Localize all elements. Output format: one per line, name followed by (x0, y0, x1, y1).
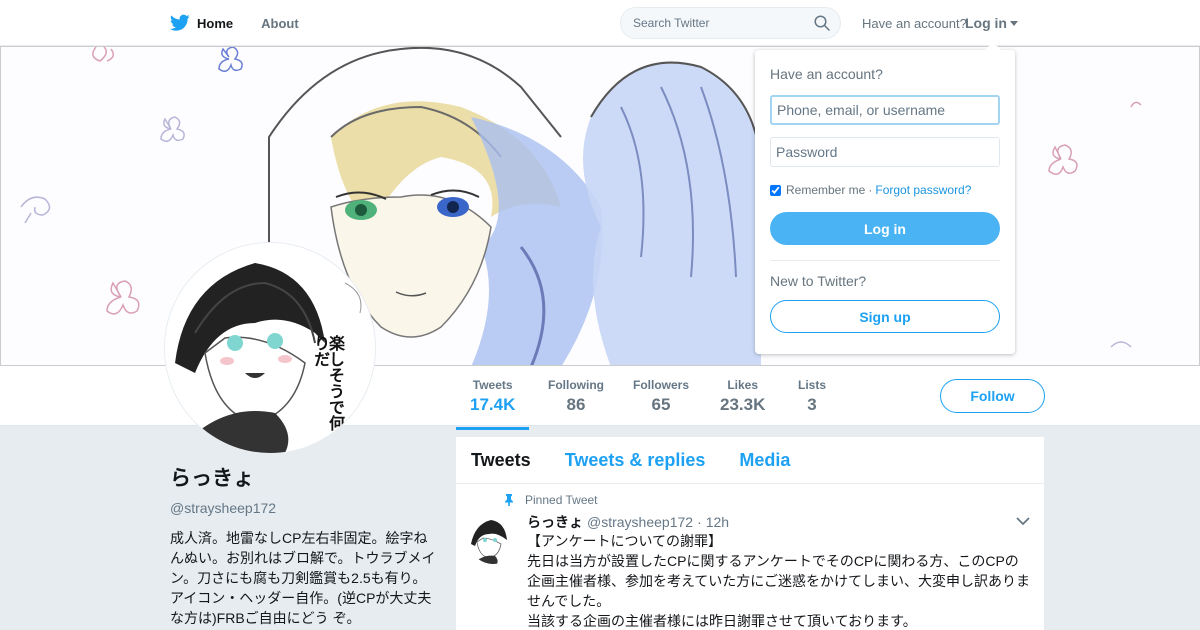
avatar-caption: 楽しそうで何よりだ (311, 335, 345, 447)
stat-value: 65 (651, 395, 671, 414)
tweet-line: 先日は当方が設置したCPに関するアンケートでそのCPに関わる方、このCPの企画主… (527, 553, 1031, 609)
tweet-avatar-artwork (469, 516, 517, 564)
profile-name[interactable]: らっきょ (170, 462, 438, 492)
tweet-author-handle[interactable]: @straysheep172 (587, 514, 693, 530)
stat-followers[interactable]: Followers 65 (633, 378, 689, 415)
signup-button[interactable]: Sign up (770, 300, 1000, 333)
chevron-down-icon[interactable] (1016, 516, 1030, 526)
timeline-tabs: Tweets Tweets & replies Media (456, 437, 1044, 484)
profile-avatar[interactable]: 楽しそうで何よりだ (165, 243, 375, 453)
have-account-text: Have an account? (862, 16, 967, 31)
top-navigation: Home About Have an account? Log in (0, 0, 1200, 46)
tab-tweets[interactable]: Tweets (471, 450, 531, 471)
nav-about-label: About (261, 15, 299, 31)
nav-left: Home About (170, 0, 327, 46)
tweet-header: らっきょ @straysheep172 · 12h (527, 512, 729, 532)
forgot-password-link[interactable]: Forgot password? (875, 183, 971, 197)
tweet-line: 【アンケートについての謝罪】 (527, 533, 723, 549)
tweet-line: 当該する企画の主催者様には昨日謝罪させて頂いております。 (527, 613, 917, 629)
remember-me-checkbox[interactable] (770, 184, 781, 196)
nav-about[interactable]: About (261, 16, 299, 31)
twitter-bird-icon (170, 14, 190, 31)
tab-tweets-replies[interactable]: Tweets & replies (565, 450, 706, 471)
remember-me-label[interactable]: Remember me (786, 183, 865, 197)
stat-likes[interactable]: Likes 23.3K (720, 378, 765, 415)
stat-value: 17.4K (470, 395, 516, 414)
tab-media[interactable]: Media (739, 450, 790, 471)
stat-label: Lists (798, 378, 827, 392)
login-dropdown: Have an account? Remember me · Forgot pa… (755, 42, 1015, 354)
divider (770, 260, 1000, 261)
search-input[interactable] (621, 8, 801, 38)
password-field[interactable] (770, 137, 1000, 167)
profile-bio-link-prefix: ぞ。 (332, 610, 361, 626)
pinned-context: Pinned Tweet (503, 493, 598, 507)
username-field[interactable] (770, 95, 1000, 125)
search-icon[interactable] (814, 15, 830, 31)
tweet-separator: · (697, 514, 702, 530)
stat-value: 23.3K (720, 395, 766, 414)
login-toggle-label: Log in (965, 15, 1007, 31)
login-button[interactable]: Log in (770, 212, 1000, 245)
pin-icon (505, 494, 513, 506)
stat-label: Followers (633, 378, 690, 392)
tweet-avatar[interactable] (469, 516, 517, 564)
profile-bio-text: 成人済。地雷なしCP左右非固定。絵字ねんぬい。お別れはブロ解で。トウラブメイン。… (170, 530, 436, 626)
profile-info: らっきょ @straysheep172 成人済。地雷なしCP左右非固定。絵字ねん… (170, 462, 438, 630)
profile-handle[interactable]: @straysheep172 (170, 500, 438, 516)
remember-me-row: Remember me · Forgot password? (770, 183, 971, 197)
stat-label: Tweets (472, 378, 513, 392)
new-to-twitter-text: New to Twitter? (770, 273, 867, 289)
stat-lists[interactable]: Lists 3 (798, 378, 826, 415)
profile-bio: 成人済。地雷なしCP左右非固定。絵字ねんぬい。お別れはブロ解で。トウラブメイン。… (170, 528, 438, 630)
stat-following[interactable]: Following 86 (548, 378, 604, 415)
timeline: Tweets Tweets & replies Media Pinned Twe… (456, 437, 1044, 630)
stat-label: Likes (727, 378, 759, 392)
nav-home[interactable]: Home (170, 14, 233, 32)
login-dropdown-toggle[interactable]: Log in (965, 15, 1018, 31)
stat-tweets[interactable]: Tweets 17.4K (455, 378, 530, 430)
stat-value: 3 (807, 395, 817, 414)
search-box (620, 7, 841, 39)
pinned-label: Pinned Tweet (525, 493, 598, 507)
remember-separator: · (868, 183, 873, 197)
follow-button[interactable]: Follow (940, 379, 1045, 413)
tweet-author-name[interactable]: らっきょ (527, 512, 583, 532)
chevron-down-icon (1010, 20, 1018, 26)
stat-value: 86 (566, 395, 586, 414)
nav-home-label: Home (197, 15, 234, 31)
stat-label: Following (548, 378, 604, 392)
pinned-tweet[interactable]: Pinned Tweet らっきょ @straysheep172 · 12h 【… (456, 484, 1044, 630)
tweet-text: 【アンケートについての謝罪】 先日は当方が設置したCPに関するアンケートでそのC… (527, 531, 1032, 630)
login-dropdown-title: Have an account? (770, 66, 883, 82)
tweet-timestamp[interactable]: 12h (706, 514, 729, 530)
